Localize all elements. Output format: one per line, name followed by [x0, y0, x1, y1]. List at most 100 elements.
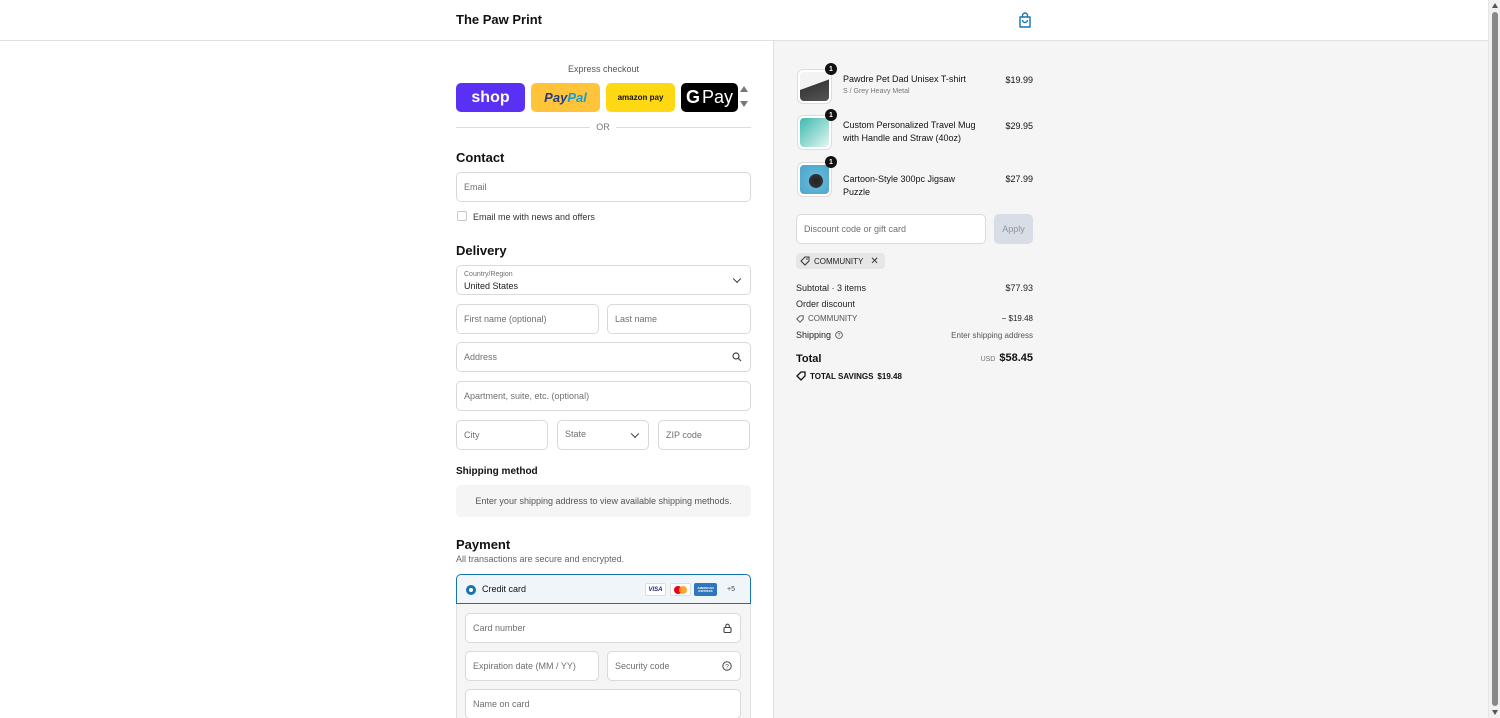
scroll-down-icon[interactable] — [1492, 710, 1498, 715]
divider — [456, 127, 590, 128]
or-divider-text: OR — [596, 122, 610, 132]
country-value: United States — [464, 281, 519, 291]
scroll-thumb[interactable] — [1492, 12, 1498, 706]
store-brand[interactable]: The Paw Print — [456, 12, 542, 27]
shop-pay-button[interactable]: shop — [456, 83, 525, 112]
shipping-value: Enter shipping address — [951, 331, 1033, 340]
total-savings: TOTAL SAVINGS $19.48 — [796, 371, 902, 381]
credit-card-radio[interactable] — [466, 585, 476, 595]
discount-value: − $19.48 — [1001, 314, 1033, 323]
product-thumbnail: 1 — [797, 156, 837, 197]
product-thumbnail: 1 — [797, 109, 837, 150]
divider — [616, 127, 751, 128]
header: The Paw Print — [0, 0, 1488, 41]
shipping-row: Shipping ? — [796, 330, 843, 340]
arrow-up-icon[interactable] — [740, 86, 748, 92]
card-number-placeholder: Card number — [473, 623, 526, 633]
city-placeholder: City — [464, 430, 480, 440]
total-label: Total — [796, 353, 822, 365]
zip-field[interactable]: ZIP code — [658, 420, 750, 450]
state-placeholder: State — [565, 429, 587, 439]
mug-image — [800, 118, 829, 147]
scrollbar[interactable] — [1488, 0, 1500, 718]
more-brands-badge: +5 — [727, 586, 735, 593]
paypal-label-a: Pay — [544, 90, 568, 105]
help-icon[interactable]: ? — [722, 661, 732, 671]
contact-title: Contact — [456, 150, 505, 165]
shop-pay-label: shop — [471, 88, 510, 106]
credit-card-label: Credit card — [482, 584, 527, 594]
quantity-badge: 1 — [825, 109, 837, 121]
chevron-down-icon — [630, 429, 640, 439]
quantity-badge: 1 — [825, 156, 837, 168]
savings-label: TOTAL SAVINGS — [810, 371, 874, 381]
applied-code-label: COMMUNITY — [814, 256, 864, 266]
help-icon[interactable]: ? — [835, 331, 843, 339]
tag-icon — [796, 371, 806, 381]
state-select[interactable]: State — [557, 420, 649, 450]
apartment-field[interactable]: Apartment, suite, etc. (optional) — [456, 381, 751, 411]
name-on-card-placeholder: Name on card — [473, 699, 530, 709]
puzzle-image — [800, 165, 829, 194]
lock-icon — [723, 623, 732, 633]
google-g-icon: G — [685, 87, 700, 107]
amazon-pay-label: amazon pay — [617, 93, 664, 102]
item-price: $27.99 — [1005, 174, 1033, 184]
svg-text:?: ? — [725, 664, 729, 671]
item-name: Cartoon-Style 300pc Jigsaw Puzzle — [843, 174, 956, 197]
tag-icon — [800, 256, 810, 266]
payment-title: Payment — [456, 537, 511, 552]
order-discount-label: Order discount — [796, 299, 856, 309]
apply-button[interactable]: Apply — [994, 214, 1033, 244]
tshirt-image — [800, 72, 829, 101]
discount-code-input[interactable]: Discount code or gift card — [796, 214, 986, 244]
payment-note: All transactions are secure and encrypte… — [456, 554, 625, 564]
last-name-placeholder: Last name — [615, 314, 658, 324]
city-field[interactable]: City — [456, 420, 548, 450]
savings-value: $19.48 — [877, 371, 902, 381]
product-thumbnail: 1 — [797, 63, 837, 104]
newsletter-label: Email me with news and offers — [473, 212, 595, 222]
credit-card-option[interactable]: Credit card VISA AMERICAN EXPRESS +5 — [456, 574, 751, 604]
shopping-bag-icon[interactable] — [1018, 12, 1032, 28]
discount-placeholder: Discount code or gift card — [804, 224, 907, 234]
google-pay-label: Pay — [701, 87, 734, 107]
shipping-method-text: Enter your shipping address to view avai… — [475, 496, 732, 506]
express-scroll-arrows[interactable] — [740, 86, 748, 110]
search-icon — [732, 352, 742, 362]
subtotal-value: $77.93 — [1005, 283, 1033, 293]
subtotal-label: Subtotal · 3 items — [796, 283, 867, 293]
card-number-field[interactable]: Card number — [465, 613, 741, 643]
quantity-badge: 1 — [825, 63, 837, 75]
visa-icon: VISA — [645, 583, 666, 596]
remove-discount-icon[interactable]: ✕ — [870, 256, 878, 267]
zip-placeholder: ZIP code — [666, 430, 702, 440]
shipping-method-title: Shipping method — [456, 466, 538, 477]
paypal-button[interactable]: Pay Pal — [531, 83, 600, 112]
paypal-label-b: Pal — [567, 90, 587, 105]
item-name: Custom Personalized Travel Mug with Hand… — [843, 120, 976, 143]
first-name-field[interactable]: First name (optional) — [456, 304, 599, 334]
amex-label: AMERICAN EXPRESS — [697, 585, 714, 593]
expiration-field[interactable]: Expiration date (MM / YY) — [465, 651, 599, 681]
newsletter-checkbox[interactable] — [457, 211, 467, 221]
name-on-card-field[interactable]: Name on card — [465, 689, 741, 718]
chevron-down-icon — [732, 274, 742, 284]
tag-icon — [796, 314, 804, 323]
security-code-field[interactable]: Security code ? — [607, 651, 741, 681]
currency-label: USD — [980, 356, 996, 363]
total-value-row: USD $58.45 — [900, 352, 1033, 364]
amazon-pay-button[interactable]: amazon pay — [606, 83, 675, 112]
last-name-field[interactable]: Last name — [607, 304, 751, 334]
arrow-down-icon[interactable] — [740, 101, 748, 107]
svg-text:?: ? — [838, 333, 841, 339]
item-name: Pawdre Pet Dad Unisex T-shirt — [843, 74, 966, 84]
address-field[interactable]: Address — [456, 342, 751, 372]
google-pay-button[interactable]: G Pay — [681, 83, 738, 112]
country-select[interactable]: Country/Region United States — [456, 265, 751, 295]
scroll-up-icon[interactable] — [1492, 3, 1498, 8]
email-field[interactable]: Email — [456, 172, 751, 202]
country-label: Country/Region — [464, 271, 513, 278]
express-checkout-title: Express checkout — [567, 64, 640, 74]
discount-code-row: COMMUNITY — [796, 314, 857, 323]
